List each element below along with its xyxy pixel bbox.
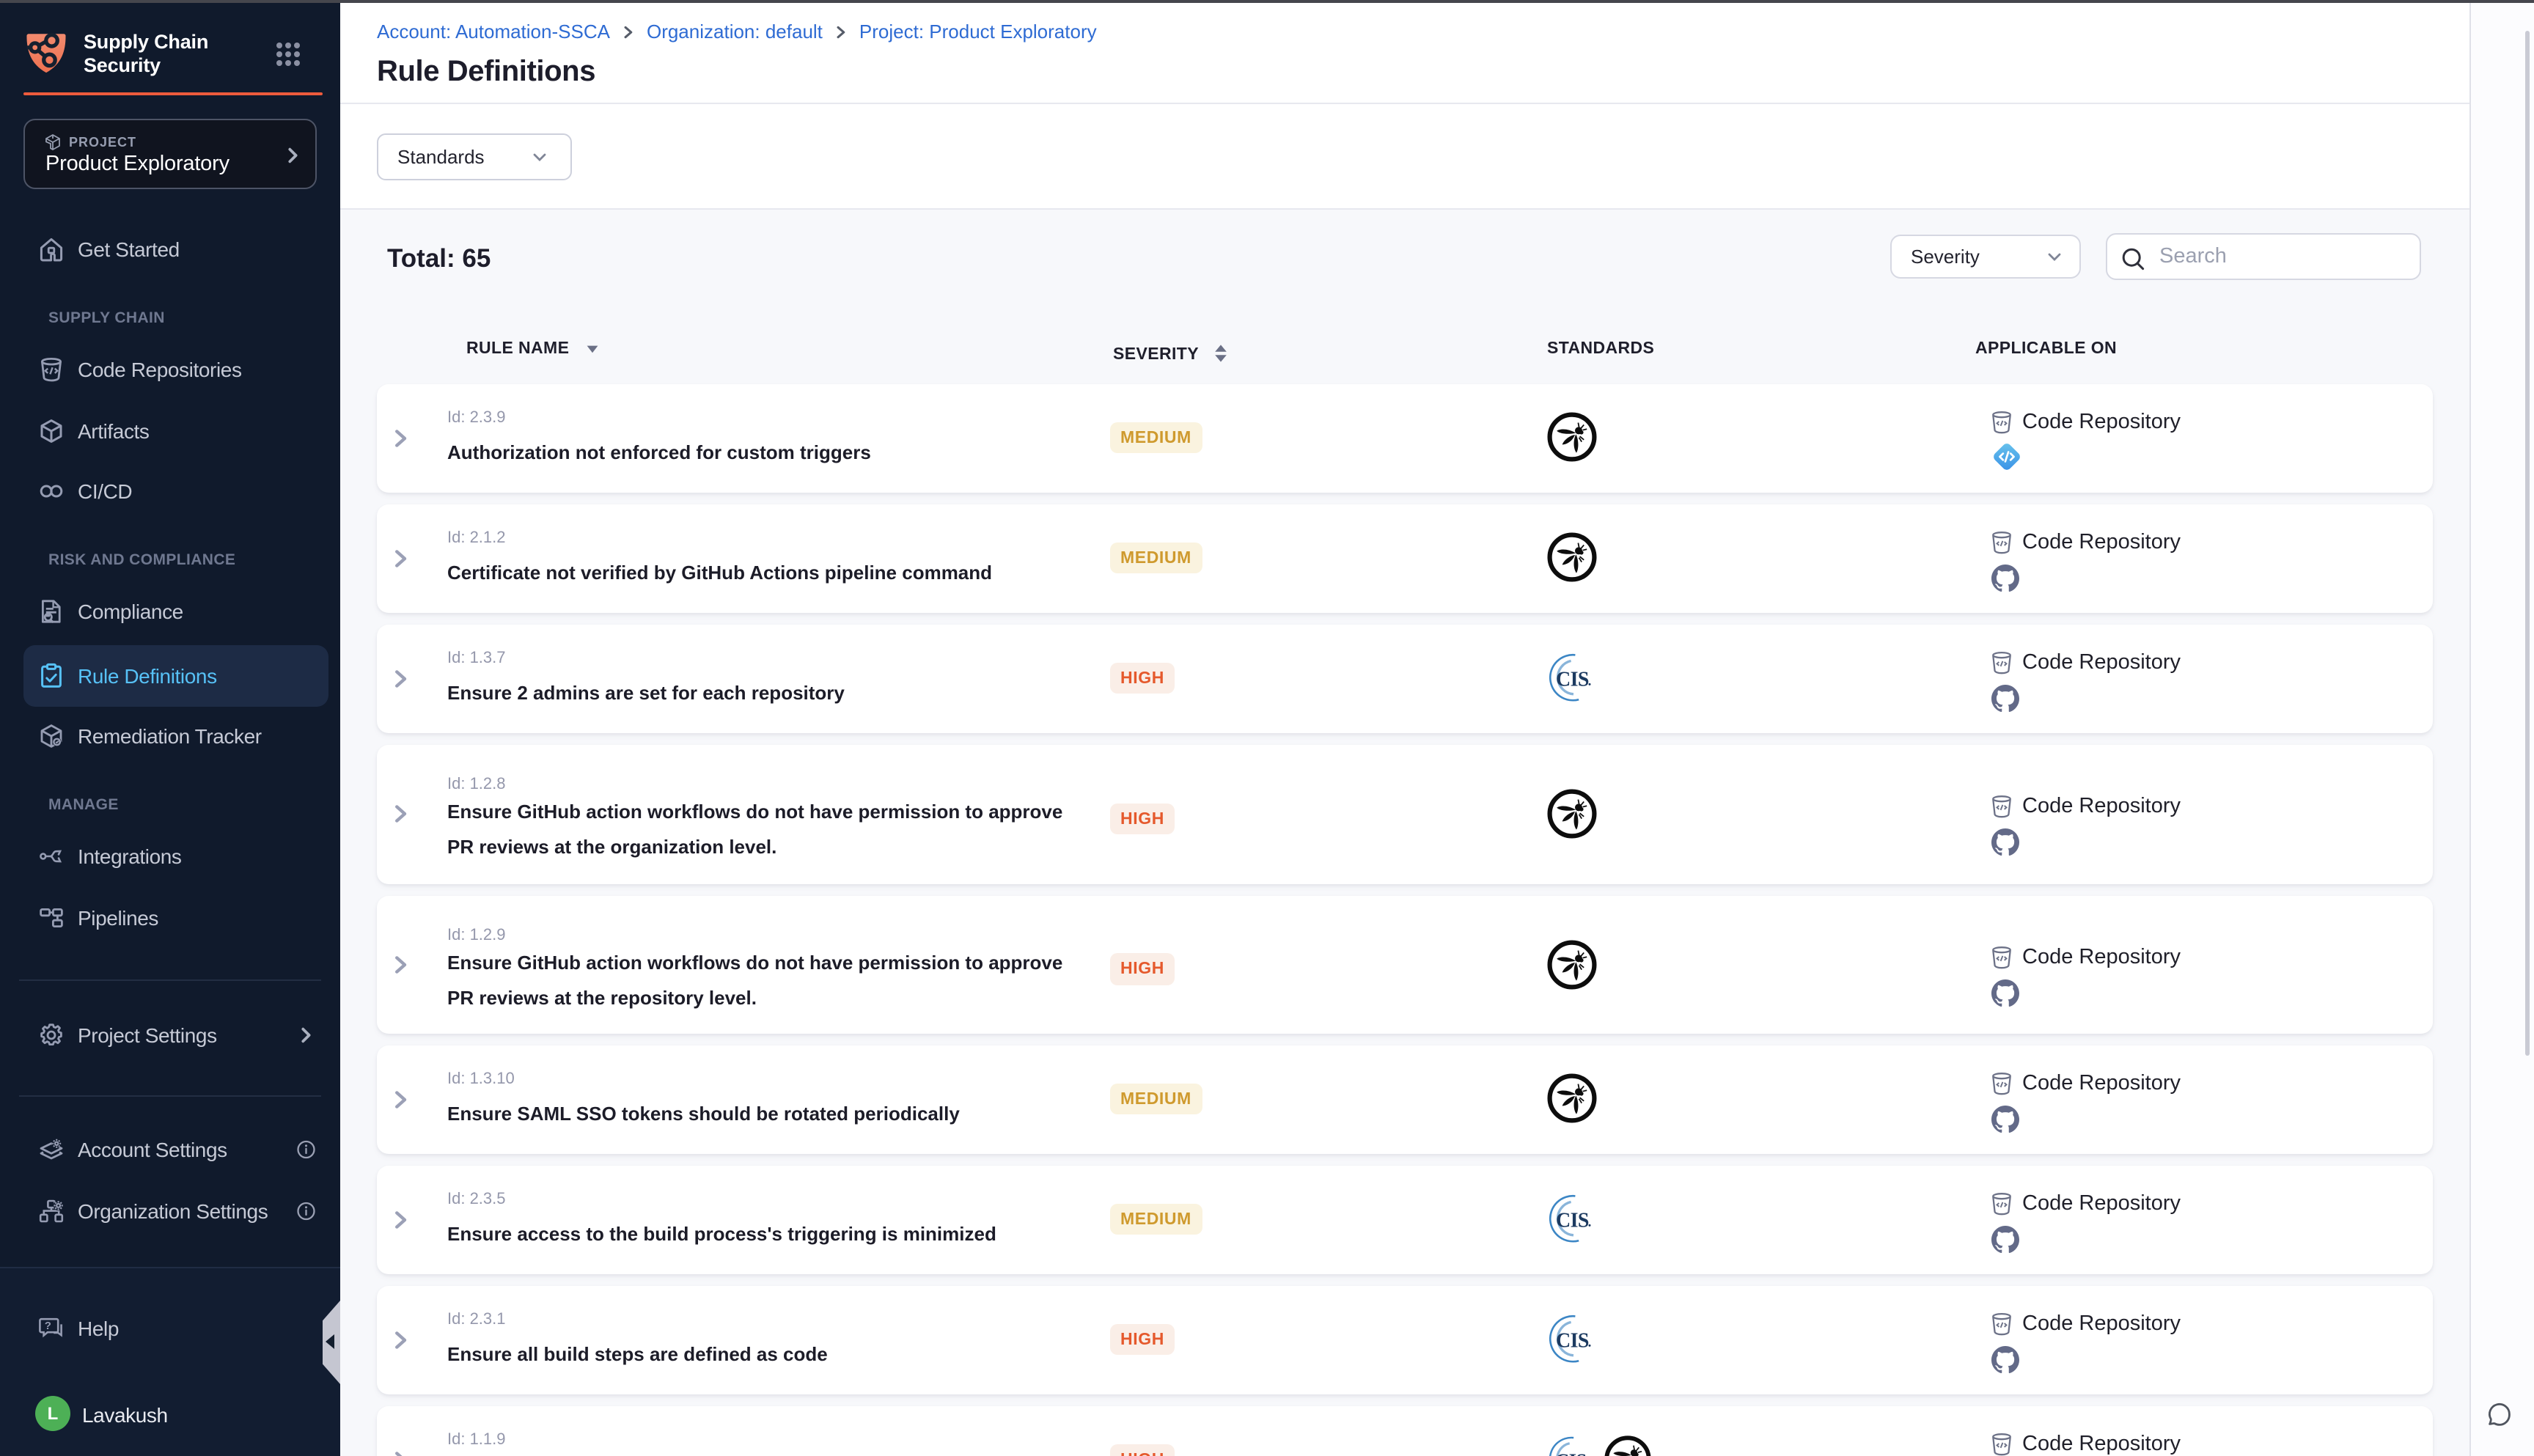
svg-text:?: ? (45, 1320, 51, 1332)
